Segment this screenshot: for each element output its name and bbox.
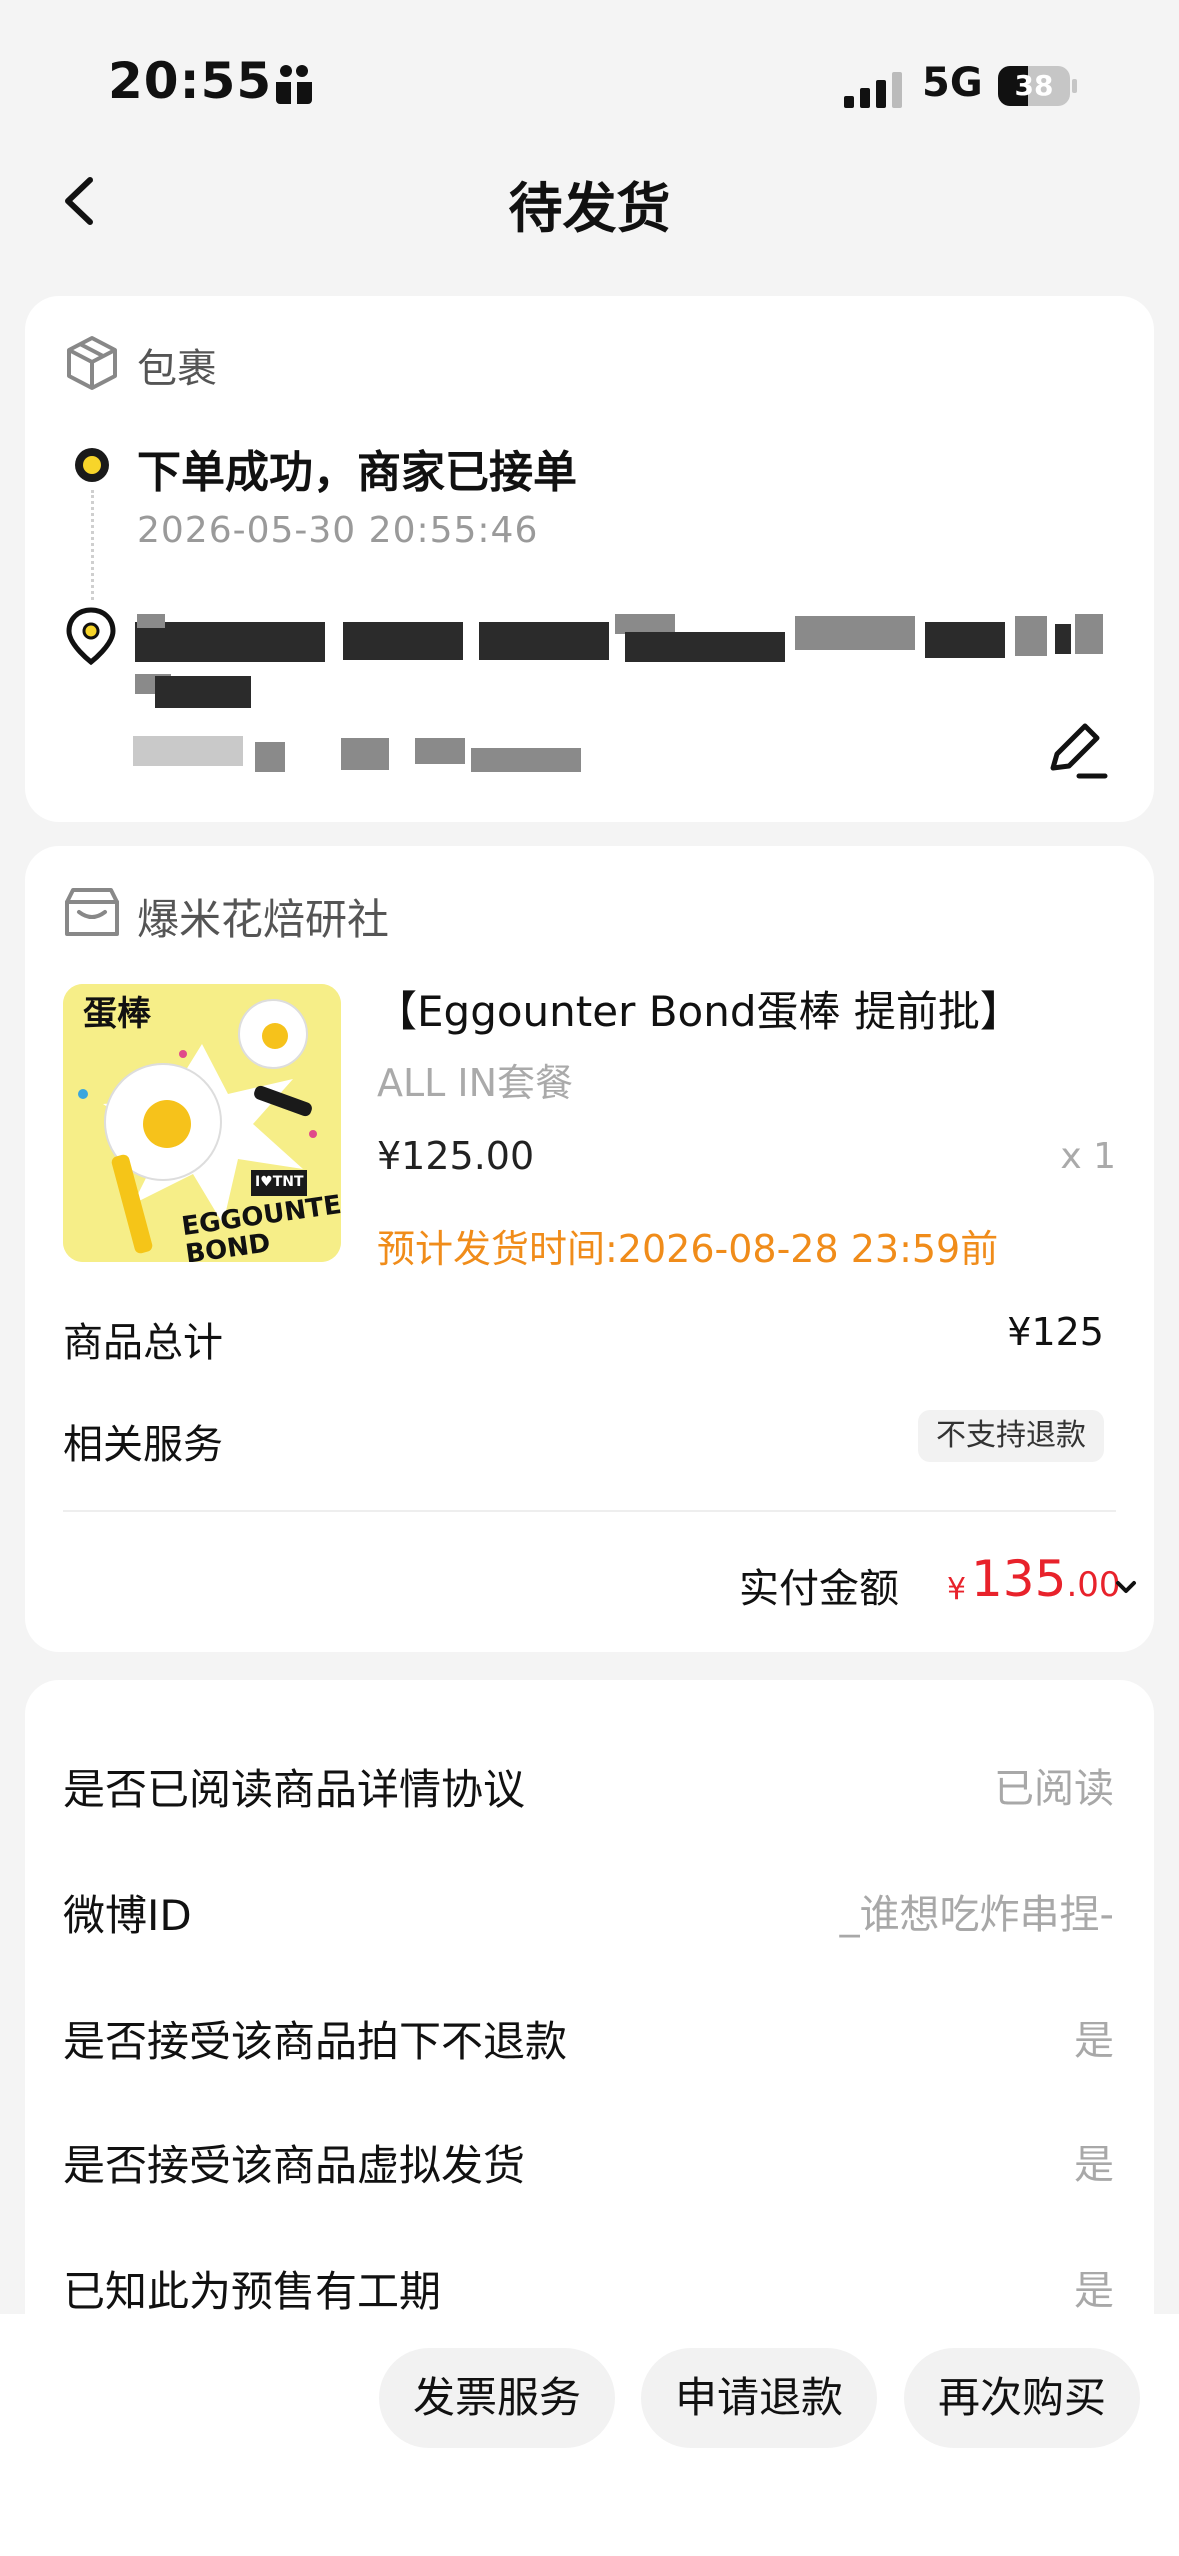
service-label: 相关服务 xyxy=(63,1422,223,1468)
paid-amount-decimal: .00 xyxy=(1066,1565,1121,1605)
info-label: 是否接受该商品虚拟发货 xyxy=(63,2141,526,2190)
product-name[interactable]: 【Eggounter Bond蛋棒 提前批】 xyxy=(375,978,1022,1039)
info-label: 是否接受该商品拍下不退款 xyxy=(63,2017,568,2066)
info-label: 是否已阅读商品详情协议 xyxy=(63,1765,526,1814)
battery-level: 38 xyxy=(1014,69,1054,102)
order-card: 爆米花焙研社 蛋棒 I♥TNT EGGOUNTER BOND 【Eggounte… xyxy=(25,846,1154,1652)
info-value: 已阅读 xyxy=(994,1766,1114,1812)
buy-again-button[interactable]: 再次购买 xyxy=(904,2348,1140,2448)
location-pin-icon xyxy=(66,607,116,666)
subtotal-label: 商品总计 xyxy=(63,1320,223,1366)
info-label: 微博ID xyxy=(63,1891,192,1940)
product-quantity: x 1 xyxy=(1060,1136,1116,1177)
chevron-down-icon[interactable] xyxy=(1115,1576,1137,1598)
network-type: 5G xyxy=(922,60,983,106)
invoice-service-button[interactable]: 发票服务 xyxy=(379,2348,615,2448)
divider xyxy=(63,1510,1116,1512)
order-info-card: 是否已阅读商品详情协议 已阅读 微博ID _谁想吃炸串捏- 是否接受该商品拍下不… xyxy=(25,1680,1154,2380)
paid-amount-integer: 135 xyxy=(971,1550,1067,1608)
paid-amount[interactable]: 135.00 xyxy=(971,1550,1121,1608)
package-label: 包裹 xyxy=(137,346,217,392)
thumbnail-tag: I♥TNT xyxy=(255,1174,304,1190)
no-refund-badge: 不支持退款 xyxy=(918,1410,1104,1462)
product-thumbnail[interactable]: 蛋棒 I♥TNT EGGOUNTER BOND xyxy=(63,984,341,1262)
shop-name[interactable]: 爆米花焙研社 xyxy=(137,886,389,947)
gift-icon xyxy=(274,65,314,104)
info-value: 是 xyxy=(1074,2268,1114,2314)
product-price: ¥125.00 xyxy=(377,1134,535,1178)
thumbnail-title: 蛋棒 xyxy=(83,994,151,1034)
estimated-ship-time: 预计发货时间:2026-08-28 23:59前 xyxy=(377,1227,999,1271)
parcel-card: 包裹 下单成功，商家已接单 2026-05-30 20:55:46 xyxy=(25,296,1154,822)
paid-amount-label: 实付金额 xyxy=(739,1566,899,1612)
order-status-time: 2026-05-30 20:55:46 xyxy=(137,510,539,551)
battery-icon: 38 xyxy=(998,66,1078,106)
info-value: 是 xyxy=(1074,2018,1114,2064)
info-value: _谁想吃炸串捏- xyxy=(839,1892,1114,1938)
edit-address-icon[interactable] xyxy=(1043,716,1109,782)
timeline-line xyxy=(91,490,94,600)
request-refund-button[interactable]: 申请退款 xyxy=(641,2348,877,2448)
page-title: 待发货 xyxy=(508,177,671,240)
info-label: 已知此为预售有工期 xyxy=(63,2267,442,2316)
status-time: 20:55 xyxy=(108,52,273,110)
info-value: 是 xyxy=(1074,2142,1114,2188)
product-spec: ALL IN套餐 xyxy=(377,1061,574,1105)
cellular-signal-icon xyxy=(844,72,902,108)
paid-currency: ¥ xyxy=(947,1572,967,1607)
subtotal-value: ¥125 xyxy=(1007,1310,1104,1354)
order-status: 下单成功，商家已接单 xyxy=(137,447,577,498)
shop-icon xyxy=(65,888,119,936)
package-icon xyxy=(67,336,117,390)
